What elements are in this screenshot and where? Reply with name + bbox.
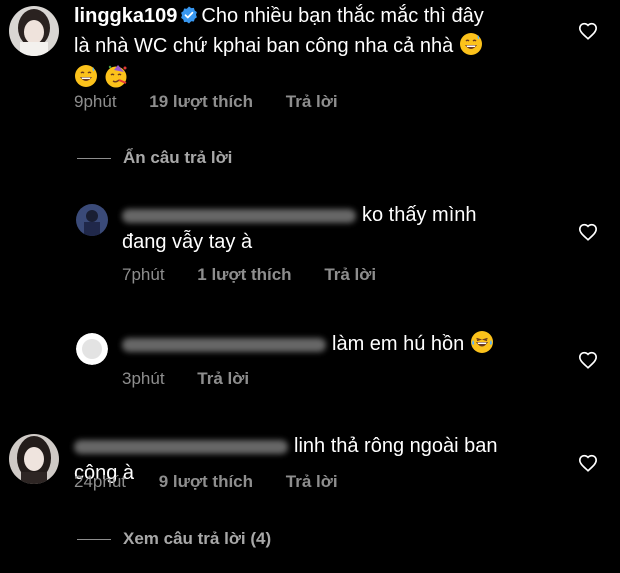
comment-time: 3phút [122, 369, 165, 388]
avatar[interactable] [9, 6, 59, 56]
comment-main: linggka109 Cho nhiều bạn thắc mắc thì đây… [0, 0, 620, 120]
verified-badge-icon [180, 5, 198, 32]
comment-body: linggka109 Cho nhiều bạn thắc mắc thì đây… [74, 3, 544, 96]
view-replies-label: Xem câu trả lời (4) [123, 529, 272, 548]
avatar[interactable] [76, 204, 108, 236]
thread-divider [77, 539, 111, 541]
likes-count[interactable]: 19 lượt thích [149, 92, 253, 111]
comment-main: linh thả rông ngoài ban công à 24phút 9 … [0, 430, 620, 500]
reply-button[interactable]: Trả lời [286, 92, 338, 111]
reply-comment: ko thấy mình đang vẫy tay à 7phút 1 lượt… [0, 195, 620, 295]
comment-time: 7phút [122, 265, 165, 284]
reply-button[interactable]: Trả lời [324, 265, 376, 284]
comment-body: ko thấy mình đang vẫy tay à [122, 202, 542, 256]
comment-meta: 7phút 1 lượt thích Trả lời [122, 265, 404, 285]
heart-outline-icon[interactable] [578, 454, 598, 477]
heart-outline-icon[interactable] [578, 223, 598, 246]
comment-time: 9phút [74, 92, 117, 111]
redacted-username [122, 337, 326, 352]
comment-time: 24phút [74, 472, 126, 491]
thread-divider [77, 158, 111, 160]
view-replies-button[interactable]: Xem câu trả lời (4) [77, 529, 271, 549]
reply-comment: làm em hú hồn 3phút Trả lời [0, 327, 620, 397]
username[interactable]: linggka109 [74, 5, 177, 27]
comment-meta: 3phút Trả lời [122, 369, 277, 389]
hide-replies-button[interactable]: Ẩn câu trả lời [77, 148, 232, 168]
redacted-username [74, 439, 288, 454]
comment-text-line1: ko thấy mình [362, 204, 477, 226]
comment-text-line1: Cho nhiều bạn thắc mắc thì đây [201, 5, 484, 27]
redacted-username [122, 208, 356, 223]
reply-button[interactable]: Trả lời [286, 472, 338, 491]
heart-outline-icon[interactable] [578, 351, 598, 374]
likes-count[interactable]: 9 lượt thích [159, 472, 253, 491]
heart-outline-icon[interactable] [578, 22, 598, 45]
comment-meta: 24phút 9 lượt thích Trả lời [74, 472, 366, 492]
tears-of-joy-emoji [470, 330, 494, 362]
comment-body: làm em hú hồn [122, 330, 542, 362]
reply-button[interactable]: Trả lời [197, 369, 249, 388]
comment-text-line2: là nhà WC chứ kphai ban công nha cả nhà [74, 35, 454, 57]
avatar[interactable] [76, 333, 108, 365]
comment-text-line2: đang vẫy tay à [122, 231, 253, 253]
comment-meta: 9phút 19 lượt thích Trả lời [74, 92, 366, 112]
likes-count[interactable]: 1 lượt thích [197, 265, 291, 284]
hide-replies-label: Ẩn câu trả lời [123, 148, 233, 167]
comment-text-line1: làm em hú hồn [332, 333, 465, 355]
grinning-sweat-emoji [459, 32, 483, 64]
avatar[interactable] [9, 434, 59, 484]
